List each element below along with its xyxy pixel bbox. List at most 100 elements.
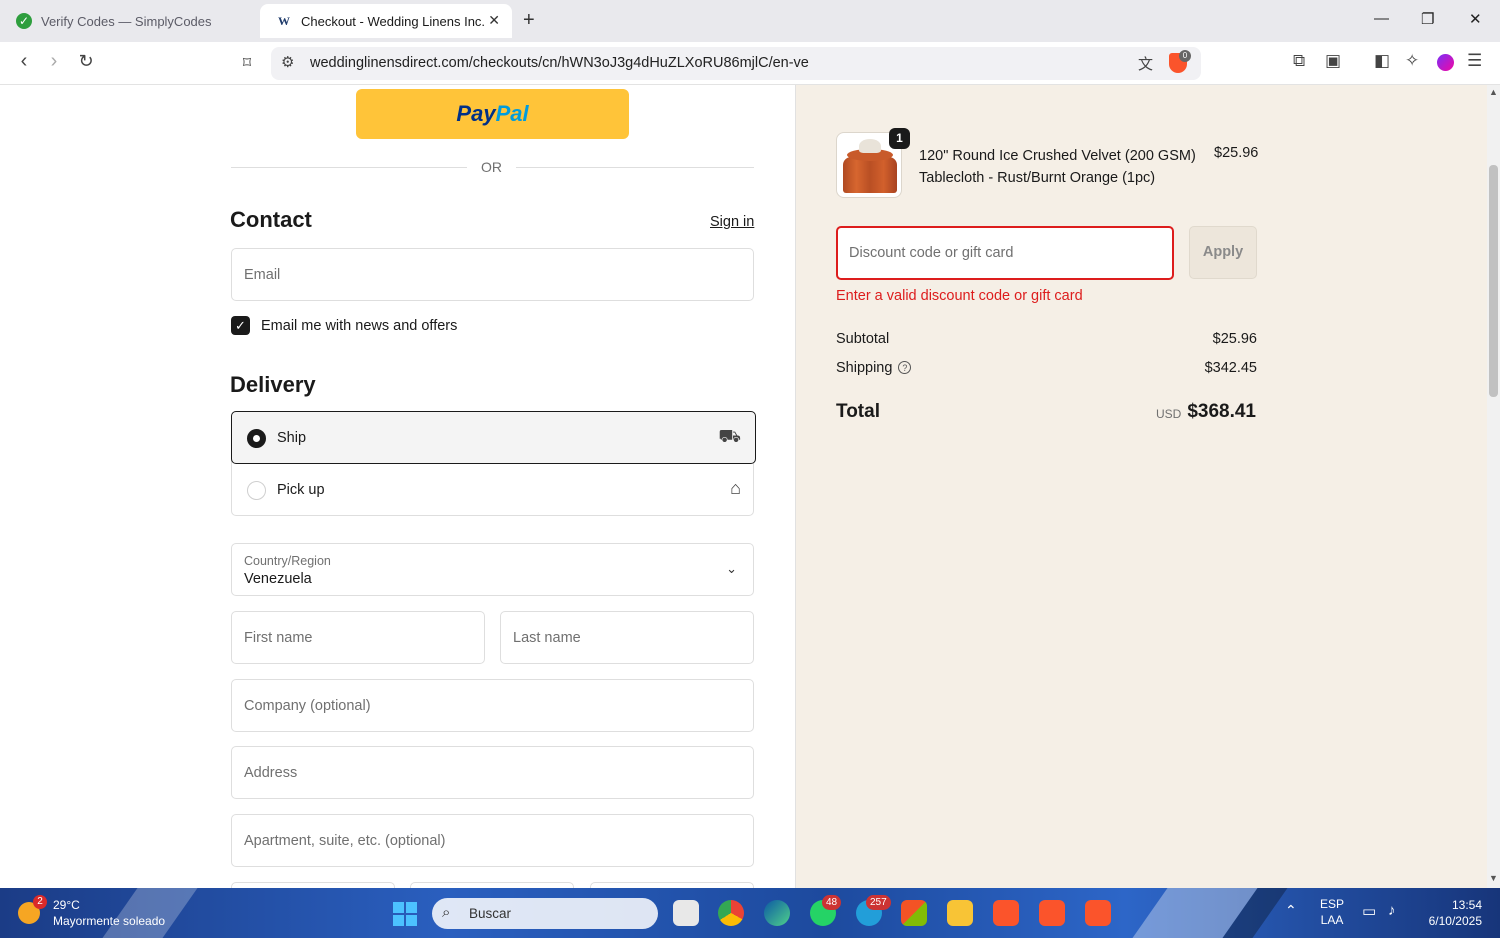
discount-code-input[interactable]: Discount code or gift card [836, 226, 1174, 280]
address-field[interactable]: Address [231, 746, 754, 799]
delivery-option-ship[interactable]: Ship ⛟ [231, 411, 756, 464]
search-icon: ⌕ [442, 904, 451, 921]
simplycodes-favicon-icon: ✓ [16, 13, 32, 29]
site-settings-icon[interactable]: ⚙ [281, 53, 294, 71]
network-icon[interactable]: ▭ [1362, 902, 1376, 920]
new-tab-icon[interactable]: + [523, 9, 535, 32]
wallet-icon[interactable]: ▣ [1325, 51, 1341, 71]
start-button-icon[interactable] [393, 902, 417, 926]
company-field[interactable]: Company (optional) [231, 679, 754, 732]
url-text[interactable]: weddinglinensdirect.com/checkouts/cn/hWN… [310, 55, 809, 71]
total-label: Total [836, 401, 880, 422]
tray-overflow-icon[interactable]: ⌃ [1285, 902, 1297, 919]
quantity-badge: 1 [889, 128, 910, 149]
country-label: Country/Region [244, 554, 331, 568]
language-indicator[interactable]: ESP LAA [1320, 896, 1344, 928]
translate-icon[interactable]: 文 [1138, 53, 1153, 74]
tab-checkout[interactable]: W Checkout - Wedding Linens Inc. ✕ [260, 4, 512, 38]
scroll-up-icon[interactable]: ▲ [1489, 87, 1498, 97]
weather-alert-badge: 2 [33, 895, 47, 909]
leo-ai-icon[interactable]: ✧ [1405, 51, 1419, 71]
newsletter-label[interactable]: Email me with news and offers [261, 318, 457, 334]
forward-icon[interactable]: › [41, 50, 67, 73]
total-currency: USD [1156, 407, 1182, 421]
first-name-placeholder: First name [244, 630, 313, 646]
chevron-down-icon: ⌄ [726, 561, 737, 576]
subtotal-label: Subtotal [836, 331, 890, 347]
weather-temperature[interactable]: 29°C [53, 898, 80, 912]
brave-profile-icon[interactable] [1085, 900, 1111, 926]
checkout-form: Pay Pal OR Contact Sign in Email ✓ Email … [0, 85, 795, 888]
clock[interactable]: 13:54 6/10/2025 [1420, 897, 1482, 929]
file-explorer-icon[interactable] [947, 900, 973, 926]
shipping-value: $342.45 [1204, 360, 1257, 376]
ship-label: Ship [277, 430, 307, 446]
newsletter-checkbox[interactable]: ✓ [231, 316, 250, 335]
taskbar-search[interactable]: ⌕ Buscar [432, 898, 658, 929]
whatsapp-badge: 48 [822, 895, 842, 910]
truck-icon: ⛟ [718, 426, 741, 446]
email-placeholder: Email [244, 267, 281, 283]
country-select[interactable]: Country/Region Venezuela ⌄ [231, 543, 754, 596]
subtotal-value: $25.96 [1212, 331, 1257, 347]
bookmark-icon[interactable]: ⌑ [234, 53, 260, 73]
minimize-icon[interactable]: — [1374, 10, 1389, 27]
ship-radio[interactable] [247, 429, 266, 448]
total-value: $368.41 [1187, 401, 1256, 422]
divider-line [516, 167, 754, 168]
brave-active-icon[interactable] [1039, 900, 1065, 926]
wedding-linens-favicon-icon: W [278, 13, 290, 28]
help-icon[interactable]: ? [898, 361, 912, 374]
weather-description[interactable]: Mayormente soleado [53, 914, 165, 928]
scrollbar-thumb[interactable] [1489, 165, 1498, 397]
divider-line [231, 167, 467, 168]
microsoft-store-icon[interactable] [901, 900, 927, 926]
product-price: $25.96 [1214, 145, 1259, 161]
volume-icon[interactable]: ♪ [1388, 902, 1396, 919]
subtotal-row: Subtotal $25.96 [836, 331, 1257, 347]
order-summary: 1 120" Round Ice Crushed Velvet (200 GSM… [795, 85, 1487, 888]
contact-heading: Contact [230, 207, 312, 232]
address-placeholder: Address [244, 765, 298, 781]
back-icon[interactable]: ‹ [11, 50, 37, 73]
tab-title: Checkout - Wedding Linens Inc. [301, 13, 486, 29]
apply-button[interactable]: Apply [1189, 226, 1257, 279]
country-value: Venezuela [244, 571, 312, 587]
store-icon: ⌂ [730, 478, 741, 498]
menu-icon[interactable]: ☰ [1467, 51, 1482, 71]
close-tab-icon[interactable]: ✕ [488, 12, 500, 29]
brave-icon[interactable] [993, 900, 1019, 926]
shipping-label: Shipping [836, 360, 893, 376]
reload-icon[interactable]: ↻ [73, 51, 99, 72]
last-name-placeholder: Last name [513, 630, 581, 646]
sign-in-link[interactable]: Sign in [710, 214, 754, 230]
scroll-down-icon[interactable]: ▼ [1489, 873, 1498, 883]
telegram-badge: 257 [866, 895, 891, 910]
sidebar-icon[interactable]: ◧ [1374, 51, 1390, 71]
product-name: 120" Round Ice Crushed Velvet (200 GSM) … [919, 148, 1196, 186]
restore-icon[interactable]: ❐ [1421, 10, 1434, 28]
or-text: OR [481, 159, 502, 175]
paypal-button[interactable]: Pay Pal [356, 89, 629, 139]
first-name-field[interactable]: First name [231, 611, 485, 664]
task-view-icon[interactable] [673, 900, 699, 926]
discount-placeholder: Discount code or gift card [849, 245, 1014, 261]
delivery-option-pickup[interactable]: Pick up ⌂ [232, 464, 755, 516]
tab-title: Verify Codes — SimplyCodes [41, 13, 212, 29]
extensions-icon[interactable]: ⧉ [1293, 51, 1305, 71]
company-placeholder: Company (optional) [244, 698, 371, 714]
chrome-icon[interactable] [718, 900, 744, 926]
shield-count-badge: 0 [1179, 50, 1191, 62]
apartment-field[interactable]: Apartment, suite, etc. (optional) [231, 814, 754, 867]
tab-simplycodes[interactable]: ✓ Verify Codes — SimplyCodes [0, 4, 256, 38]
page-scrollbar[interactable]: ▲ ▼ [1487, 85, 1500, 888]
last-name-field[interactable]: Last name [500, 611, 754, 664]
close-window-icon[interactable]: ✕ [1469, 10, 1482, 28]
address-bar[interactable]: ⚙ weddinglinensdirect.com/checkouts/cn/h… [271, 47, 1201, 80]
pickup-radio[interactable] [247, 481, 266, 500]
taskbar: 2 29°C Mayormente soleado ⌕ Buscar 48 25… [0, 888, 1500, 938]
email-field[interactable]: Email [231, 248, 754, 301]
or-divider: OR [231, 159, 754, 177]
edge-icon[interactable] [764, 900, 790, 926]
profile-avatar-icon[interactable] [1437, 54, 1454, 71]
